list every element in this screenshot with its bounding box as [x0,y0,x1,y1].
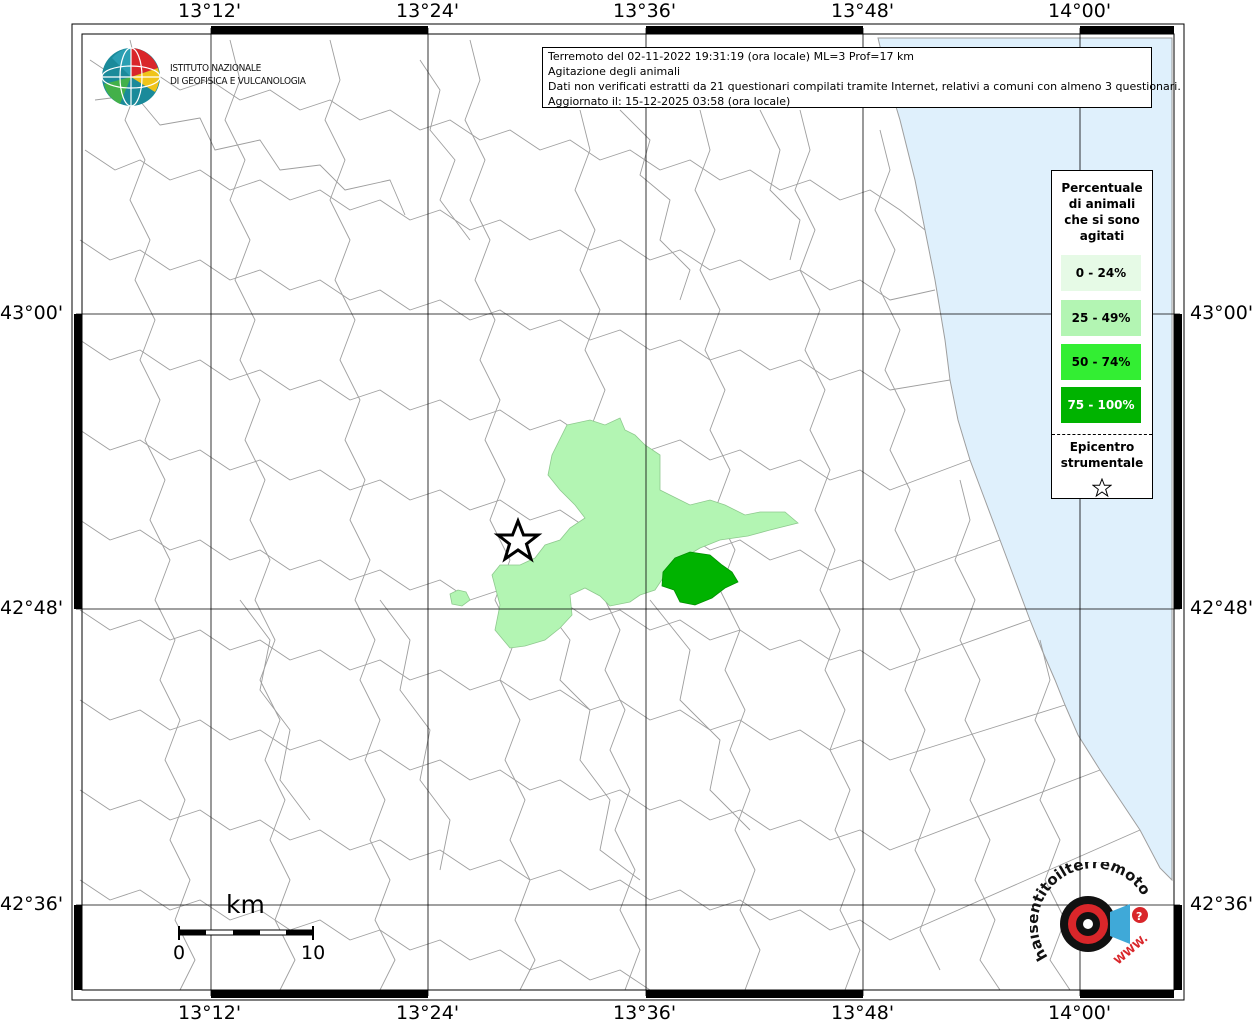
info-line-updated: Aggiornato il: 15-12-2025 03:58 (ora loc… [548,95,791,108]
legend: Percentuale di animali che si sono agita… [1051,170,1153,499]
scale-min-label: 0 [173,942,186,964]
right-lat-label-3: 42°36' [1190,893,1254,915]
right-lat-label-1: 43°00' [1190,302,1254,324]
legend-item-0-24: 0 - 24% [1060,254,1142,292]
scale-bar-graphic [178,926,314,940]
legend-title-line: Percentuale [1061,181,1143,195]
bottom-lon-label-3: 13°36' [613,1002,677,1024]
bottom-lon-label-1: 13°12' [178,1002,242,1024]
scale-bar: km 0 10 [170,890,330,970]
legend-epicenter-line: strumentale [1060,456,1144,470]
legend-title-line: di animali [1068,197,1136,211]
ingv-logo: ISTITUTO NAZIONALE DI GEOFISICA E VULCAN… [100,46,320,110]
info-line-topic: Agitazione degli animali [548,65,681,78]
left-lat-label-3: 42°36' [0,893,64,915]
legend-item-25-49: 25 - 49% [1060,299,1142,337]
info-line-event: Terremoto del 02-11-2022 19:31:19 (ora l… [548,50,915,63]
haisentito-logo-icon: haisentitoilterremoto.it ? WWW. [1030,862,1154,967]
scale-max-label: 10 [301,942,326,964]
top-lon-label-1: 13°12' [178,0,242,22]
bottom-lon-label-4: 13°48' [831,1002,895,1024]
svg-text:?: ? [1136,910,1142,923]
top-lon-label-2: 13°24' [396,0,460,22]
right-lat-label-2: 42°48' [1190,597,1254,619]
left-lat-label-1: 43°00' [0,302,64,324]
legend-separator [1052,434,1152,435]
ingv-name-line2: DI GEOFISICA E VULCANOLOGIA [170,76,306,87]
legend-star-icon [1092,478,1112,498]
legend-title-line: agitati [1079,229,1125,243]
info-line-source: Dati non verificati estratti da 21 quest… [548,80,1181,93]
legend-epicenter-label: Epicentro strumentale [1052,439,1152,471]
legend-item-50-74: 50 - 74% [1060,343,1142,381]
legend-title: Percentuale di animali che si sono agita… [1052,180,1152,244]
left-lat-label-2: 42°48' [0,597,64,619]
legend-title-line: che si sono [1064,213,1140,227]
legend-item-75-100: 75 - 100% [1060,386,1142,424]
top-lon-label-5: 14°00' [1048,0,1112,22]
bottom-lon-label-2: 13°24' [396,1002,460,1024]
earthquake-info-box: Terremoto del 02-11-2022 19:31:19 (ora l… [542,47,1181,108]
bottom-lon-label-5: 14°00' [1048,1002,1112,1024]
ingv-name-line1: ISTITUTO NAZIONALE [170,63,261,74]
top-lon-label-3: 13°36' [613,0,677,22]
legend-epicenter-line: Epicentro [1069,440,1135,454]
top-lon-label-4: 13°48' [831,0,895,22]
scale-unit-label: km [226,890,265,919]
ingv-globe-icon [101,47,161,107]
